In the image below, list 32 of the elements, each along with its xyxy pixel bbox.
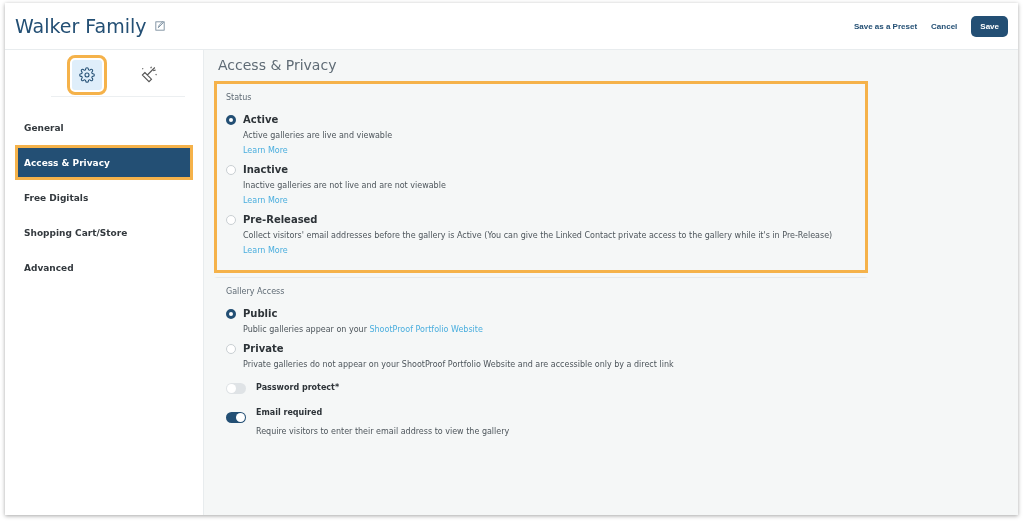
magic-wand-icon [139, 65, 159, 85]
save-button[interactable]: Save [971, 15, 1008, 37]
option-label: Inactive [243, 164, 290, 175]
toggle-switch[interactable] [226, 412, 246, 423]
option-label: Private [243, 343, 285, 354]
header-link[interactable]: Save as a Preset [853, 21, 918, 31]
option-label: Active [243, 114, 280, 125]
toggle-description: Require visitors to enter their email address to view the gallery [256, 427, 511, 436]
page-heading: Access & Privacy [218, 57, 338, 73]
option-description: Active galleries are live and viewable [243, 131, 394, 140]
nav-item[interactable]: Advanced [18, 253, 190, 282]
option-description: Private galleries do not appear on your ShootProof Portfolio Website and are accessible only by a direct link [243, 360, 675, 369]
toggle-switch[interactable] [226, 383, 246, 394]
section-heading: Status [226, 93, 253, 102]
option-description: Collect visitors' email addresses before the gallery is Active (You can give the Linked Contact private access to the gallery while it's in Pre-Release) [243, 231, 834, 240]
settings-icon [79, 67, 95, 83]
toggle-label: Password protect* [256, 383, 341, 392]
section-heading: Gallery Access [226, 287, 286, 296]
radio-button[interactable] [226, 309, 236, 319]
radio-button[interactable] [226, 115, 236, 125]
option-label: Pre-Released [243, 214, 319, 225]
nav-item[interactable]: General [18, 113, 190, 142]
gallery-title: Walker Family [15, 15, 147, 37]
option-description: Inactive galleries are not live and are not viewable [243, 181, 447, 190]
option-label: Public [243, 308, 279, 319]
edit-icon[interactable] [154, 21, 165, 31]
nav-item[interactable]: Shopping Cart/Store [18, 218, 190, 247]
header-link[interactable]: Cancel [931, 21, 958, 31]
nav-item[interactable]: Access & Privacy [18, 148, 190, 177]
nav-item[interactable]: Free Digitals [18, 183, 190, 212]
option-description: Public galleries appear on your ShootProof Portfolio Website [243, 325, 484, 334]
toggle-label: Email required [256, 408, 324, 417]
